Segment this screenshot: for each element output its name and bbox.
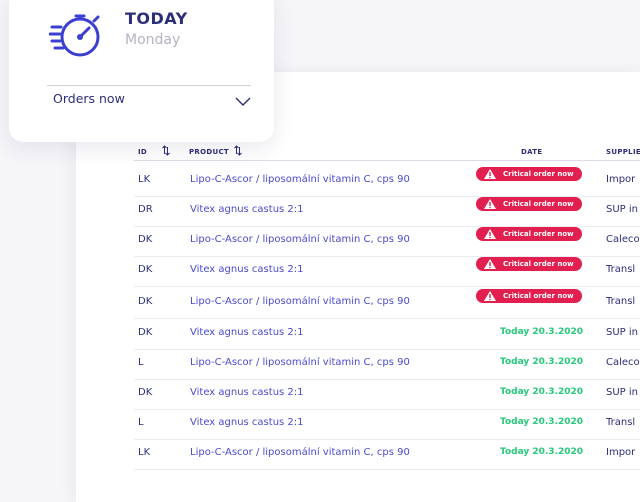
supplier-cell: Impor xyxy=(606,174,636,185)
critical-order-label: Critical order now xyxy=(503,230,574,238)
column-header-id[interactable]: ID xyxy=(138,148,147,156)
supplier-cell: Transl xyxy=(606,264,636,275)
table-row[interactable]: LK Lipo-C-Ascor / liposomální vitamin C, … xyxy=(134,439,640,470)
order-date: Today 20.3.2020 xyxy=(500,327,584,337)
row-id: DK xyxy=(138,296,153,307)
critical-order-label: Critical order now xyxy=(503,260,574,268)
table-row[interactable]: DK Vitex agnus castus 2:1 Critical order n… xyxy=(134,256,640,287)
supplier-cell: Caleco xyxy=(606,357,640,368)
order-date: Today 20.3.2020 xyxy=(500,417,584,427)
product-link[interactable]: Lipo-C-Ascor / liposomální vitamin C, cp… xyxy=(190,234,410,245)
orders-now-dropdown[interactable]: Orders now xyxy=(53,91,125,106)
sort-icon[interactable] xyxy=(162,145,170,156)
product-link[interactable]: Vitex agnus castus 2:1 xyxy=(190,387,304,398)
row-id: DK xyxy=(138,327,153,338)
supplier-cell: SUP in xyxy=(606,387,638,398)
table-row[interactable]: DR Vitex agnus castus 2:1 Critical order n… xyxy=(134,196,640,227)
warning-icon xyxy=(484,169,496,179)
supplier-cell: SUP in xyxy=(606,327,638,338)
row-id: LK xyxy=(138,174,151,185)
table-header: ID PRODUCT DATE SUPPLIE xyxy=(134,144,640,161)
row-id: LK xyxy=(138,447,151,458)
row-id: DR xyxy=(138,204,153,215)
table-row[interactable]: DK Vitex agnus castus 2:1 Today 20.3.2020 S… xyxy=(134,379,640,410)
product-link[interactable]: Lipo-C-Ascor / liposomální vitamin C, cp… xyxy=(190,296,410,307)
column-header-product[interactable]: PRODUCT xyxy=(189,148,229,156)
table-row[interactable]: DK Lipo-C-Ascor / liposomální vitamin C, … xyxy=(134,226,640,257)
supplier-cell: SUP in xyxy=(606,204,638,215)
row-id: L xyxy=(138,357,144,368)
table-row[interactable]: DK Lipo-C-Ascor / liposomální vitamin C, … xyxy=(134,288,640,319)
weekday-label: Monday xyxy=(125,32,181,48)
warning-icon xyxy=(484,229,496,239)
order-date: Today 20.3.2020 xyxy=(500,387,584,397)
row-id: DK xyxy=(138,234,153,245)
table-row[interactable]: L Vitex agnus castus 2:1 Today 20.3.2020 Tr… xyxy=(134,409,640,440)
product-link[interactable]: Lipo-C-Ascor / liposomální vitamin C, cp… xyxy=(190,174,410,185)
today-title: TODAY xyxy=(125,9,188,28)
column-header-supplier[interactable]: SUPPLIE xyxy=(606,148,640,156)
order-date: Today 20.3.2020 xyxy=(500,357,584,367)
product-link[interactable]: Vitex agnus castus 2:1 xyxy=(190,417,304,428)
critical-order-label: Critical order now xyxy=(503,292,574,300)
product-link[interactable]: Lipo-C-Ascor / liposomální vitamin C, cp… xyxy=(190,447,410,458)
critical-order-badge: Critical order now xyxy=(476,227,582,241)
product-link[interactable]: Lipo-C-Ascor / liposomální vitamin C, cp… xyxy=(190,357,410,368)
chevron-down-icon[interactable] xyxy=(235,97,251,107)
critical-order-badge: Critical order now xyxy=(476,167,582,181)
critical-order-badge: Critical order now xyxy=(476,289,582,303)
stopwatch-icon xyxy=(49,14,100,57)
supplier-cell: Caleco xyxy=(606,234,640,245)
product-link[interactable]: Vitex agnus castus 2:1 xyxy=(190,264,304,275)
row-id: DK xyxy=(138,264,153,275)
warning-icon xyxy=(484,199,496,209)
column-header-date[interactable]: DATE xyxy=(521,148,542,156)
table-row[interactable]: L Lipo-C-Ascor / liposomální vitamin C, c… xyxy=(134,349,640,380)
row-id: DK xyxy=(138,387,153,398)
product-link[interactable]: Vitex agnus castus 2:1 xyxy=(190,204,304,215)
supplier-cell: Transl xyxy=(606,296,636,307)
warning-icon xyxy=(484,259,496,269)
card-divider xyxy=(47,85,251,86)
supplier-cell: Transl xyxy=(606,417,636,428)
sort-icon[interactable] xyxy=(234,145,242,156)
table-row[interactable]: LK Lipo-C-Ascor / liposomální vitamin C, … xyxy=(134,166,640,197)
warning-icon xyxy=(484,291,496,301)
table-row[interactable]: DK Vitex agnus castus 2:1 Today 20.3.2020 S… xyxy=(134,319,640,350)
critical-order-label: Critical order now xyxy=(503,200,574,208)
supplier-cell: Impor xyxy=(606,447,636,458)
row-id: L xyxy=(138,417,144,428)
product-link[interactable]: Vitex agnus castus 2:1 xyxy=(190,327,304,338)
critical-order-badge: Critical order now xyxy=(476,257,582,271)
critical-order-badge: Critical order now xyxy=(476,197,582,211)
today-card: TODAY Monday Orders now xyxy=(9,0,274,142)
critical-order-label: Critical order now xyxy=(503,170,574,178)
order-date: Today 20.3.2020 xyxy=(500,447,584,457)
